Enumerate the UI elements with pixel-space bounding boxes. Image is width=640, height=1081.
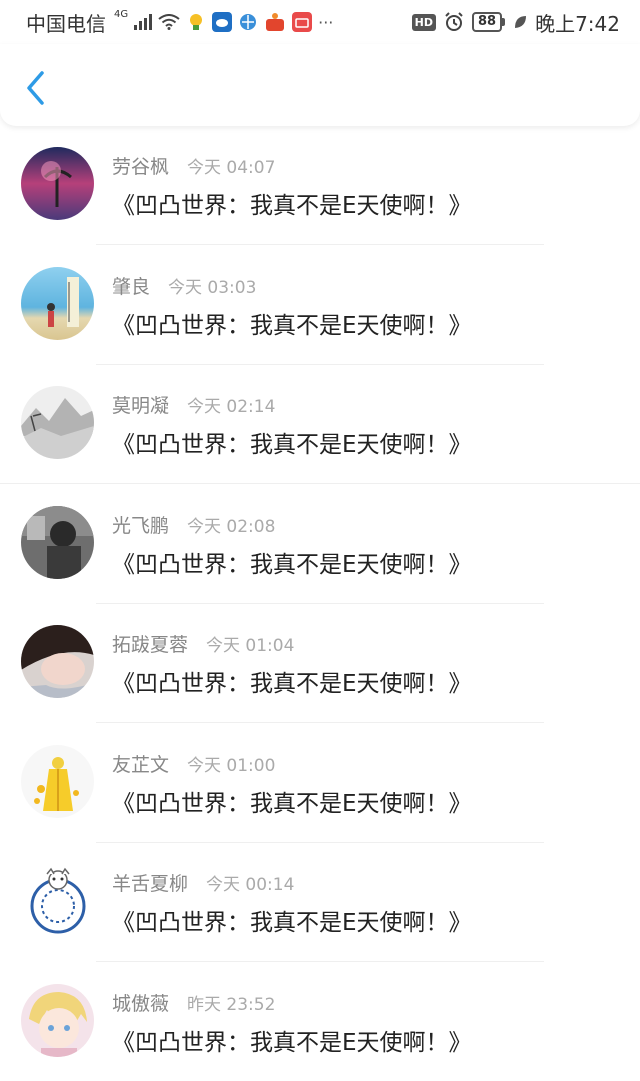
avatar[interactable] — [21, 625, 94, 698]
username[interactable]: 拓跋夏蓉 — [112, 630, 188, 657]
carrier-label: 中国电信 — [26, 11, 106, 36]
username[interactable]: 肇良 — [112, 272, 150, 299]
nav-bar — [0, 44, 640, 126]
comment-text: 《凹凸世界：我真不是E天使啊！》 — [112, 1029, 472, 1056]
comment-item[interactable]: 劳谷枫 今天 04:07 《凹凸世界：我真不是E天使啊！》 — [0, 130, 640, 250]
timestamp: 今天 00:14 — [206, 875, 295, 895]
status-left: 中国电信 4G ··· — [26, 8, 333, 37]
avatar[interactable] — [21, 864, 94, 937]
avatar[interactable] — [21, 147, 94, 220]
timestamp: 今天 01:04 — [206, 636, 295, 656]
divider — [96, 841, 544, 843]
wifi-icon — [158, 14, 180, 30]
comment-text: 《凹凸世界：我真不是E天使啊！》 — [112, 790, 472, 817]
comment-item[interactable]: 城傲薇 昨天 23:52 《凹凸世界：我真不是E天使啊！》 — [0, 967, 640, 1081]
divider — [96, 602, 544, 604]
leaf-icon — [513, 14, 527, 30]
back-button[interactable] — [18, 68, 52, 108]
comment-meta: 城傲薇 昨天 23:52 — [112, 989, 275, 1016]
more-notifications-icon: ··· — [318, 12, 334, 32]
comment-meta: 劳谷枫 今天 04:07 — [112, 152, 275, 179]
battery-tip — [502, 18, 506, 26]
weather-app-icon — [186, 12, 206, 32]
avatar[interactable] — [21, 983, 94, 1057]
status-bar: 中国电信 4G ··· HD 88 晚上7:42 — [0, 0, 640, 44]
comment-meta: 莫明凝 今天 02:14 — [112, 391, 275, 418]
alarm-icon — [444, 12, 464, 32]
comment-text: 《凹凸世界：我真不是E天使啊！》 — [112, 671, 472, 697]
browser-app-icon — [238, 12, 258, 32]
comment-text: 《凹凸世界：我真不是E天使啊！》 — [112, 551, 472, 578]
comment-item[interactable]: 拓跋夏蓉 今天 01:04 《凹凸世界：我真不是E天使啊！》 — [0, 608, 640, 728]
hd-badge: HD — [411, 13, 436, 31]
comment-meta: 羊舌夏柳 今天 00:14 — [112, 869, 294, 896]
comment-item[interactable]: 羊舌夏柳 今天 00:14 《凹凸世界：我真不是E天使啊！》 — [0, 847, 640, 967]
battery-level: 88 — [471, 12, 503, 32]
avatar[interactable] — [21, 505, 94, 579]
avatar[interactable] — [21, 744, 94, 818]
timestamp: 今天 02:14 — [187, 397, 276, 417]
username[interactable]: 莫明凝 — [112, 391, 169, 418]
comment-text: 《凹凸世界：我真不是E天使啊！》 — [112, 432, 472, 458]
avatar[interactable] — [21, 386, 94, 459]
timestamp: 今天 02:08 — [187, 516, 276, 537]
status-right: HD 88 晚上7:42 — [411, 8, 620, 37]
username[interactable]: 城傲薇 — [112, 989, 169, 1016]
comment-text: 《凹凸世界：我真不是E天使啊！》 — [112, 910, 472, 936]
timestamp: 昨天 23:52 — [187, 994, 276, 1015]
timestamp: 今天 03:03 — [168, 277, 257, 298]
comment-meta: 肇良 今天 03:03 — [112, 272, 256, 299]
shop-app-icon — [264, 12, 286, 32]
divider — [96, 722, 544, 723]
divider — [96, 244, 544, 245]
comment-item[interactable]: 友芷文 今天 01:00 《凹凸世界：我真不是E天使啊！》 — [0, 728, 640, 848]
username[interactable]: 友芷文 — [112, 750, 169, 777]
username[interactable]: 羊舌夏柳 — [112, 869, 188, 896]
comment-meta: 拓跋夏蓉 今天 01:04 — [112, 630, 294, 657]
comment-item[interactable]: 莫明凝 今天 02:14 《凹凸世界：我真不是E天使啊！》 — [0, 369, 640, 489]
clock-time: 晚上7:42 — [535, 11, 620, 36]
comment-meta: 友芷文 今天 01:00 — [112, 750, 275, 777]
timestamp: 今天 04:07 — [187, 158, 276, 178]
timestamp: 今天 01:00 — [187, 755, 276, 776]
divider — [96, 363, 544, 365]
username[interactable]: 劳谷枫 — [112, 152, 169, 179]
comment-list: 劳谷枫 今天 04:07 《凹凸世界：我真不是E天使啊！》 肇良 今天 03:0… — [0, 130, 640, 1081]
comment-item[interactable]: 光飞鹏 今天 02:08 《凹凸世界：我真不是E天使啊！》 — [0, 489, 640, 609]
divider — [0, 483, 640, 484]
chevron-left-icon — [27, 71, 44, 105]
battery-indicator: 88 — [471, 12, 506, 32]
comment-item[interactable]: 肇良 今天 03:03 《凹凸世界：我真不是E天使啊！》 — [0, 250, 640, 370]
comment-text: 《凹凸世界：我真不是E天使啊！》 — [112, 193, 472, 219]
cloud-app-icon — [212, 12, 233, 32]
divider — [96, 961, 544, 962]
comment-meta: 光飞鹏 今天 02:08 — [112, 511, 275, 538]
username[interactable]: 光飞鹏 — [112, 511, 169, 538]
network-type: 4G — [114, 8, 129, 20]
avatar[interactable] — [21, 266, 94, 340]
comment-text: 《凹凸世界：我真不是E天使啊！》 — [112, 312, 472, 339]
signal-icon — [134, 14, 153, 30]
store-app-icon — [292, 12, 313, 32]
